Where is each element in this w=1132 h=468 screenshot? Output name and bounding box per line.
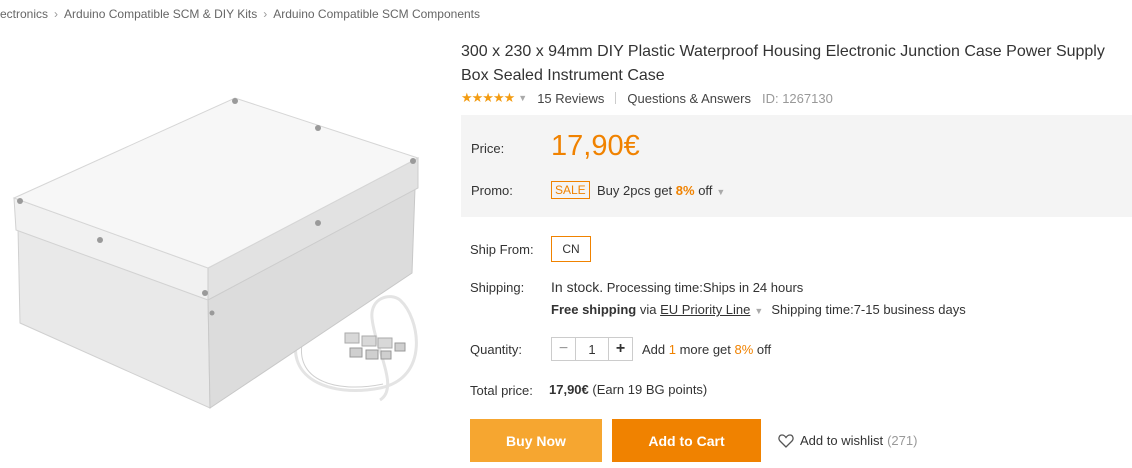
stock-status: In stock. Processing time:Ships in 24 ho… (551, 279, 803, 295)
bg-points: (Earn 19 BG points) (588, 382, 708, 397)
decrease-quantity-button[interactable]: − (552, 338, 576, 360)
breadcrumb-item[interactable]: Arduino Compatible SCM Components (273, 7, 480, 21)
shipping-method-line: Free shipping via EU Priority Line ▼ Shipp… (551, 302, 966, 317)
qty-note-mid: more get (675, 342, 735, 357)
shipping-label: Shipping: (470, 280, 525, 295)
buy-now-button[interactable]: Buy Now (470, 419, 602, 462)
wishlist-count: (271) (887, 433, 918, 448)
total-label: Total price: (470, 383, 533, 398)
breadcrumb-item[interactable]: Arduino Compatible SCM & DIY Kits (64, 7, 257, 21)
quantity-label: Quantity: (470, 342, 523, 357)
product-id: ID: 1267130 (761, 90, 833, 106)
promo-label: Promo: (471, 183, 513, 198)
heart-icon (778, 433, 794, 448)
promo-text-prefix: Buy 2pcs get (597, 183, 676, 198)
chevron-down-icon[interactable]: ▼ (716, 187, 725, 197)
qty-note-prefix: Add (642, 342, 669, 357)
quantity-stepper: − + (551, 337, 633, 361)
qa-link[interactable]: Questions & Answers (627, 91, 751, 106)
promo-text[interactable]: Buy 2pcs get 8% off ▼ (597, 183, 725, 198)
increase-quantity-button[interactable]: + (608, 338, 632, 360)
in-stock-text: In stock. (551, 279, 604, 295)
promo-text-suffix: off (694, 183, 713, 198)
breadcrumb-item[interactable]: ectronics (0, 7, 48, 21)
chevron-down-icon[interactable]: ▼ (754, 306, 763, 316)
price-box: Price: 17,90€ Promo: SALE Buy 2pcs get 8… (461, 115, 1132, 217)
shipping-time: Shipping time:7-15 business days (771, 302, 966, 317)
quantity-input[interactable] (576, 338, 608, 360)
processing-time: Processing time:Ships in 24 hours (603, 280, 804, 295)
sale-badge: SALE (551, 181, 590, 199)
quantity-discount-note: Add 1 more get 8% off (642, 342, 771, 357)
via-text: via (636, 302, 661, 317)
price-value: 17,90€ (551, 130, 640, 162)
ship-from-label: Ship From: (470, 242, 534, 257)
gland-parts (344, 332, 406, 360)
reviews-link[interactable]: 15 Reviews (537, 91, 604, 106)
breadcrumb-separator: › (263, 7, 268, 21)
add-to-cart-button[interactable]: Add to Cart (612, 419, 761, 462)
qty-note-count: 1 (668, 342, 676, 357)
product-title: 300 x 230 x 94mm DIY Plastic Waterproof … (461, 43, 1105, 84)
total-value: 17,90€ (549, 382, 589, 397)
price-label: Price: (471, 141, 505, 156)
product-meta-row: ★★★★★ ▼ 15 Reviews Questions & Answers I… (461, 90, 833, 106)
total-price: 17,90€ (Earn 19 BG points) (549, 382, 707, 397)
promo-discount: 8% (675, 183, 695, 198)
shipping-method-select[interactable]: EU Priority Line (660, 302, 750, 317)
star-rating[interactable]: ★★★★★ (461, 90, 515, 106)
qty-note-suffix: off (753, 342, 772, 357)
ship-from-option[interactable]: CN (551, 236, 591, 262)
free-shipping-text: Free shipping (551, 302, 637, 317)
divider (615, 92, 617, 104)
qty-note-discount: 8% (734, 342, 754, 357)
breadcrumb-separator: › (54, 7, 59, 21)
chevron-down-icon[interactable]: ▼ (518, 93, 527, 103)
product-image[interactable] (0, 88, 440, 418)
breadcrumb: ectronics › Arduino Compatible SCM & DIY K… (0, 7, 480, 21)
add-to-wishlist-button[interactable]: Add to wishlist (271) (778, 433, 917, 448)
wishlist-label: Add to wishlist (800, 433, 884, 448)
